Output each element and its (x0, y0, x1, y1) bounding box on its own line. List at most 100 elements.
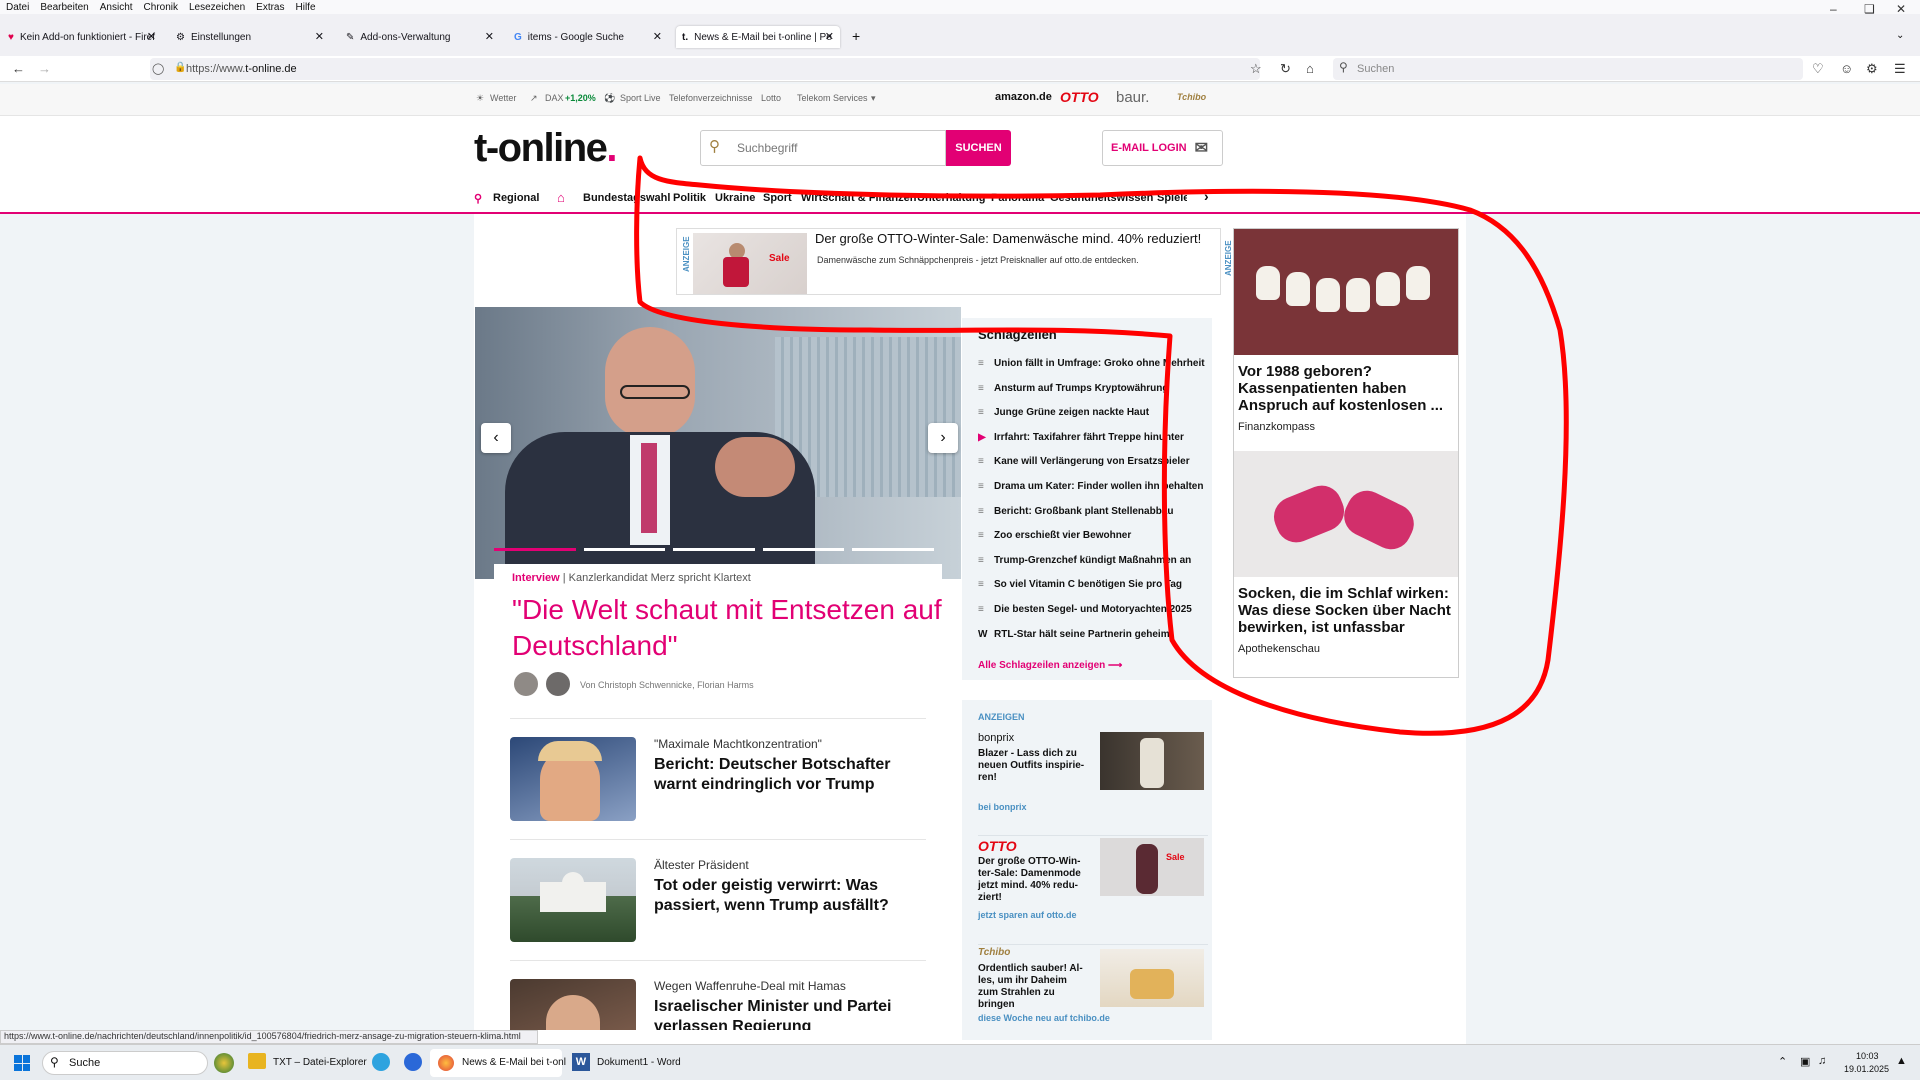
phonebook-link[interactable]: Telefonverzeichnisse (669, 93, 753, 103)
nav-spiele[interactable]: Spiele (1157, 192, 1187, 204)
teaser-title[interactable]: Tot oder geistig verwirrt: Was passiert,… (654, 876, 924, 916)
slider-dot[interactable] (852, 548, 934, 551)
otto-ad[interactable]: OTTO Der große OTTO-Win-ter-Sale: Damenm… (978, 835, 1208, 929)
headline-item[interactable]: ≡ Zoo erschießt vier Bewohner (978, 530, 1208, 541)
headline-item[interactable]: W RTL-Star hält seine Partnerin geheim (978, 629, 1208, 640)
tab-list-icon[interactable]: ⌄ (1896, 30, 1904, 41)
all-headlines-link[interactable]: Alle Schlagzeilen anzeigen ⟶ (978, 660, 1122, 671)
widgets-icon[interactable] (214, 1053, 234, 1073)
clock-date[interactable]: 19.01.2025 (1844, 1064, 1889, 1074)
new-tab-icon[interactable]: + (852, 28, 860, 44)
folder-icon[interactable] (248, 1053, 266, 1069)
right-ad-title[interactable]: Vor 1988 geboren? Kassenpatienten haben … (1238, 363, 1454, 414)
menu-extras[interactable]: Extras (256, 2, 284, 13)
account-icon[interactable]: ☺ (1840, 61, 1853, 76)
nav-panorama[interactable]: Panorama (991, 192, 1044, 204)
telegram-icon[interactable] (372, 1053, 390, 1071)
menu-datei[interactable]: Datei (6, 2, 29, 13)
search-button[interactable]: SUCHEN (946, 130, 1011, 166)
nav-gesundheitswissen[interactable]: Gesundheitswissen (1050, 192, 1153, 204)
home-icon[interactable]: ⌂ (1306, 61, 1314, 76)
amazon-logo[interactable]: amazon.de (995, 91, 1052, 103)
headline-item[interactable]: ≡ Drama um Kater: Finder wollen ihn behal… (978, 481, 1208, 492)
dax-label[interactable]: DAX (545, 93, 564, 103)
reload-icon[interactable]: ↻ (1280, 61, 1291, 77)
slider-next-button[interactable]: › (928, 423, 958, 453)
bookmark-star-icon[interactable]: ☆ (1250, 61, 1262, 77)
otto-logo[interactable]: OTTO (1060, 89, 1099, 105)
dax-value[interactable]: +1,20% (565, 93, 596, 103)
right-sidebar-ad[interactable]: Vor 1988 geboren? Kassenpatienten haben … (1233, 228, 1459, 678)
teaser-title[interactable]: Bericht: Deutscher Botschafter warnt ein… (654, 755, 924, 795)
menu-chronik[interactable]: Chronik (144, 2, 178, 13)
tab-google[interactable]: Gitems - Google Suche ✕ (508, 26, 668, 48)
close-tab-icon[interactable]: ✕ (653, 30, 662, 43)
tab-t-online[interactable]: t. News & E-Mail bei t-online | Pe ✕ (676, 26, 840, 48)
menu-icon[interactable]: ☰ (1894, 61, 1906, 77)
t-online-logo[interactable]: t-online. (474, 126, 617, 171)
taskbar-firefox[interactable]: News & E-Mail bei t-onl (430, 1049, 566, 1077)
ad-link[interactable]: bei bonprix (978, 802, 1027, 812)
teaser-title[interactable]: Israelischer Minister und Partei verlass… (654, 997, 924, 1030)
nav-unterhaltung[interactable]: Unterhaltung (917, 192, 985, 204)
headline-item[interactable]: ≡ Kane will Verlängerung von Ersatzspiele… (978, 456, 1208, 467)
shield-icon[interactable]: ◯ (152, 62, 164, 75)
slider-dot[interactable] (494, 548, 576, 551)
baur-logo[interactable]: baur. (1116, 89, 1149, 106)
headline-item[interactable]: ▶ Irrfahrt: Taxifahrer fährt Treppe hinun… (978, 432, 1208, 443)
close-tab-icon[interactable]: ✕ (485, 30, 494, 43)
word-icon[interactable]: W (572, 1053, 590, 1071)
menu-ansicht[interactable]: Ansicht (100, 2, 133, 13)
hero-headline[interactable]: "Die Welt schaut mit Entsetzen auf Deuts… (512, 592, 942, 664)
slider-dot[interactable] (583, 548, 666, 551)
nav-bundestagswahl[interactable]: Bundestagswahl (583, 192, 670, 204)
chevron-up-icon[interactable]: ⌃ (1778, 1055, 1787, 1068)
lock-icon[interactable]: 🔒 (174, 62, 186, 73)
extensions-icon[interactable]: ⚙ (1866, 61, 1878, 77)
close-tab-icon[interactable]: ✕ (315, 30, 324, 43)
tab-addons[interactable]: ✎ Add-ons-Verwaltung ✕ (340, 26, 500, 48)
taskbar-explorer-label[interactable]: TXT – Datei-Explorer (273, 1057, 367, 1068)
headline-item[interactable]: ≡ Die besten Segel- und Motoryachten 2025 (978, 604, 1208, 615)
thunderbird-icon[interactable] (404, 1053, 422, 1071)
article-teaser[interactable]: Ältester Präsident Tot oder geistig verw… (510, 839, 926, 957)
notification-bell-icon[interactable]: ▲ (1896, 1055, 1907, 1067)
slider-dot[interactable] (673, 548, 755, 551)
close-tab-icon[interactable]: ✕ (825, 30, 834, 43)
headline-item[interactable]: ≡ Ansturm auf Trumps Kryptowährung (978, 383, 1208, 394)
telekom-services-link[interactable]: Telekom Services (797, 93, 868, 103)
bonprix-ad[interactable]: bonprix Blazer - Lass dich zu neuen Outf… (978, 732, 1208, 826)
menu-lesezeichen[interactable]: Lesezeichen (189, 2, 245, 13)
site-search-input[interactable]: Suchbegriff (700, 130, 946, 166)
nav-politik[interactable]: Politik (673, 192, 706, 204)
close-tab-icon[interactable]: ✕ (147, 30, 156, 43)
tchibo-logo[interactable]: Tchibo (1177, 92, 1206, 102)
home-icon[interactable]: ⌂ (557, 190, 565, 205)
nav-regional[interactable]: Regional (493, 192, 539, 204)
clock-time[interactable]: 10:03 (1856, 1051, 1879, 1061)
hero-image[interactable] (475, 307, 961, 579)
slider-dot[interactable] (762, 548, 845, 551)
hero-teaser[interactable]: Interview | Kanzlerkandidat Merz spricht… (494, 564, 942, 704)
article-teaser[interactable]: "Maximale Machtkonzentration" Bericht: D… (510, 718, 926, 836)
chevron-right-icon[interactable]: › (1204, 188, 1209, 204)
pocket-icon[interactable]: ♡ (1812, 61, 1824, 77)
ad-link[interactable]: diese Woche neu auf tchibo.de (978, 1013, 1110, 1023)
tchibo-ad[interactable]: Tchibo Ordentlich sauber! Al-les, um ihr… (978, 944, 1208, 1038)
menu-bearbeiten[interactable]: Bearbeiten (40, 2, 88, 13)
back-icon[interactable]: ← (12, 61, 25, 76)
url-bar[interactable]: https://www. t-online.de (150, 58, 1260, 80)
tab-settings[interactable]: ⚙ Einstellungen ✕ (170, 26, 330, 48)
article-teaser[interactable]: Wegen Waffenruhe-Deal mit Hamas Israelis… (510, 960, 926, 1030)
taskbar-search[interactable]: Suche (42, 1051, 208, 1075)
headline-item[interactable]: ≡ Union fällt in Umfrage: Groko ohne Mehr… (978, 358, 1208, 369)
menu-hilfe[interactable]: Hilfe (296, 2, 316, 13)
otto-banner-ad[interactable]: Sale Der große OTTO-Winter-Sale: Damenwä… (676, 228, 1221, 295)
sport-live-link[interactable]: Sport Live (620, 93, 661, 103)
headline-item[interactable]: ≡ Junge Grüne zeigen nackte Haut (978, 407, 1208, 418)
taskbar-word-label[interactable]: Dokument1 - Word (597, 1057, 681, 1068)
forward-icon[interactable]: → (38, 61, 51, 76)
nav-ukraine[interactable]: Ukraine (715, 192, 755, 204)
windows-start-icon[interactable] (14, 1055, 30, 1071)
headline-item[interactable]: ≡ Bericht: Großbank plant Stellenabbau (978, 506, 1208, 517)
